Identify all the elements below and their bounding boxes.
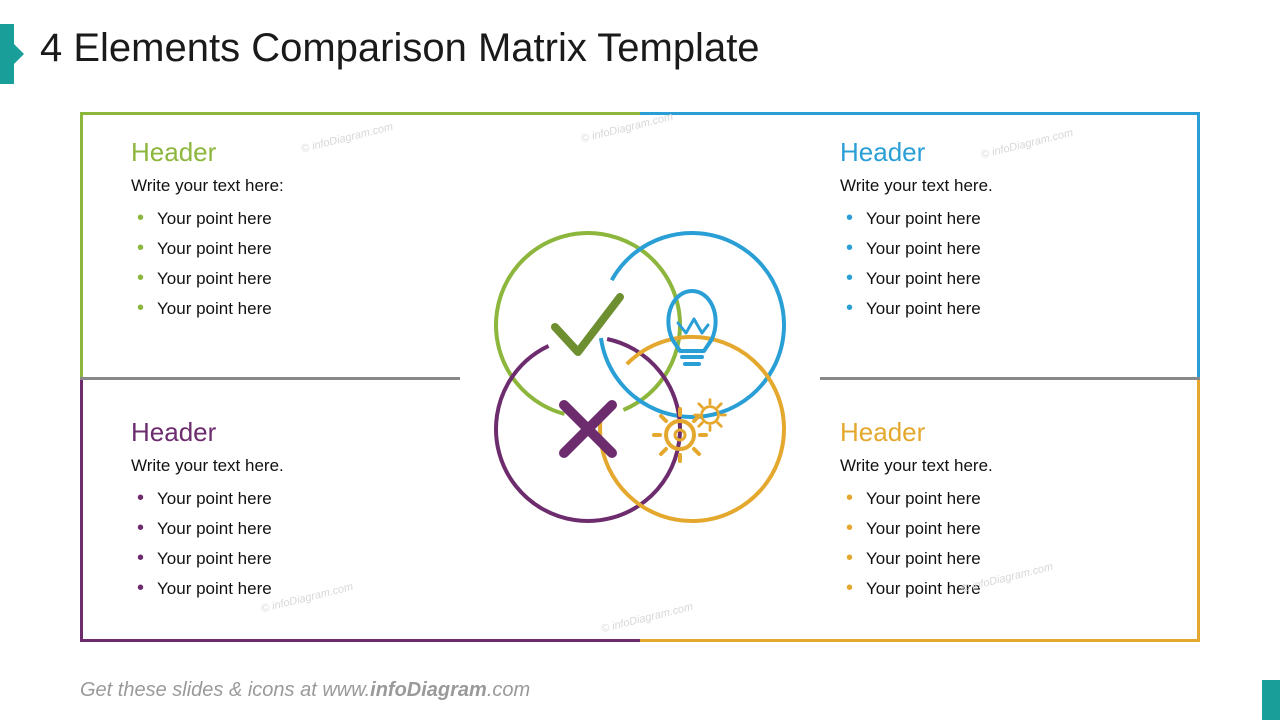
quadrant-header: Header bbox=[131, 137, 580, 168]
quadrant-top-left: Header Write your text here: Your point … bbox=[80, 112, 640, 377]
page-title: 4 Elements Comparison Matrix Template bbox=[40, 26, 760, 71]
accent-tab-left bbox=[0, 24, 14, 84]
list-item: Your point here bbox=[840, 544, 1157, 574]
quadrant-lead: Write your text here. bbox=[131, 456, 580, 476]
quadrant-header: Header bbox=[131, 417, 580, 448]
list-item: Your point here bbox=[840, 514, 1157, 544]
footer-text: Get these slides & icons at www. bbox=[80, 679, 370, 701]
quadrant-points: Your point here Your point here Your poi… bbox=[840, 484, 1157, 604]
footer-attribution: Get these slides & icons at www.infoDiag… bbox=[80, 679, 530, 702]
list-item: Your point here bbox=[840, 574, 1157, 604]
quadrant-lead: Write your text here. bbox=[840, 456, 1157, 476]
comparison-matrix: Header Write your text here: Your point … bbox=[80, 112, 1200, 642]
list-item: Your point here bbox=[131, 574, 580, 604]
list-item: Your point here bbox=[131, 294, 580, 324]
quadrant-lead: Write your text here: bbox=[131, 176, 580, 196]
quadrant-bottom-left: Header Write your text here. Your point … bbox=[80, 377, 640, 642]
accent-tab-right bbox=[1262, 680, 1280, 720]
list-item: Your point here bbox=[131, 484, 580, 514]
divider-horizontal bbox=[820, 377, 1200, 380]
quadrant-points: Your point here Your point here Your poi… bbox=[131, 484, 580, 604]
list-item: Your point here bbox=[840, 484, 1157, 514]
quadrant-header: Header bbox=[840, 417, 1157, 448]
quadrant-points: Your point here Your point here Your poi… bbox=[840, 204, 1157, 324]
quadrant-points: Your point here Your point here Your poi… bbox=[131, 204, 580, 324]
quadrant-header: Header bbox=[840, 137, 1157, 168]
list-item: Your point here bbox=[131, 544, 580, 574]
list-item: Your point here bbox=[131, 234, 580, 264]
list-item: Your point here bbox=[840, 204, 1157, 234]
quadrant-top-right: Header Write your text here. Your point … bbox=[640, 112, 1200, 377]
list-item: Your point here bbox=[840, 264, 1157, 294]
divider-horizontal bbox=[80, 377, 460, 380]
list-item: Your point here bbox=[131, 264, 580, 294]
quadrant-lead: Write your text here. bbox=[840, 176, 1157, 196]
list-item: Your point here bbox=[840, 234, 1157, 264]
list-item: Your point here bbox=[131, 204, 580, 234]
quadrant-bottom-right: Header Write your text here. Your point … bbox=[640, 377, 1200, 642]
footer-text: .com bbox=[487, 679, 530, 701]
footer-brand: infoDiagram bbox=[370, 679, 487, 701]
list-item: Your point here bbox=[131, 514, 580, 544]
list-item: Your point here bbox=[840, 294, 1157, 324]
